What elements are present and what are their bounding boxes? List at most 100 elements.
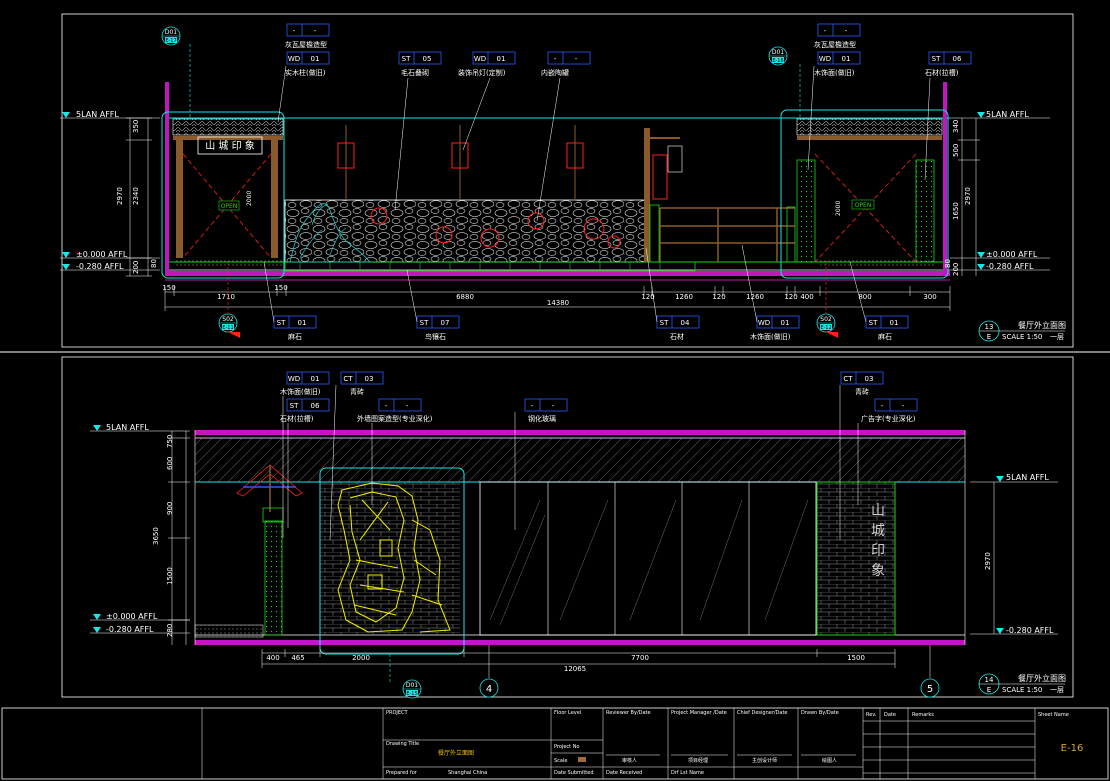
tag-desc: 麻石 bbox=[878, 332, 892, 341]
callout-bottom: E-12 bbox=[820, 325, 831, 331]
tag-desc: 石材(拉槽) bbox=[925, 68, 959, 77]
vdim: 80 bbox=[944, 259, 952, 268]
material-tag: CT 03 青砖 bbox=[340, 371, 384, 396]
hdim-total: 14380 bbox=[547, 299, 569, 307]
door-open-left: OPEN bbox=[221, 203, 238, 210]
hdim: 120 bbox=[784, 293, 797, 301]
vdim: 1500 bbox=[166, 567, 174, 585]
material-tag: WD 01 木饰面(做旧) bbox=[750, 315, 800, 341]
vdim: 340 bbox=[952, 120, 960, 133]
tb-drawing-title: 餐厅外立面图 bbox=[438, 749, 474, 757]
material-tag: - - 钢化玻璃 bbox=[524, 398, 568, 423]
callout-d01-upper-right: D01 E-16 bbox=[768, 46, 801, 118]
tb-drawn-value: 绘图人 bbox=[822, 757, 837, 764]
hdim: 6880 bbox=[456, 293, 474, 301]
sign-char: 山 bbox=[871, 503, 885, 519]
material-tag: ST 07 鸟镶石 bbox=[416, 315, 460, 341]
hdim: 1260 bbox=[746, 293, 764, 301]
vdim: 2970 bbox=[964, 187, 972, 205]
callout-top: D01 bbox=[165, 29, 177, 36]
tag-desc: 青砖 bbox=[350, 387, 364, 396]
tag-num: - bbox=[314, 27, 317, 35]
tag-code: ST bbox=[660, 319, 669, 327]
tag-desc: 广告字(专业深化) bbox=[861, 414, 916, 423]
sign-char: 印 bbox=[871, 543, 885, 559]
material-tag: ST 01 麻石 bbox=[273, 315, 317, 341]
lower-elevation: 山 城 印 象 bbox=[194, 430, 966, 655]
tag-num: 01 bbox=[311, 55, 320, 63]
material-tag: ST 05 毛石叠砌 bbox=[398, 51, 442, 77]
tb-pm-label: Project Manager /Date bbox=[671, 710, 727, 716]
level-label: 5LAN AFFL bbox=[986, 110, 1029, 119]
title-number: 13 bbox=[985, 323, 994, 331]
upper-levels-left: 5LAN AFFL ±0.000 AFFL -0.280 AFFL bbox=[60, 110, 160, 271]
level-label: 5LAN AFFL bbox=[76, 110, 119, 119]
tb-project-no-label: Project No bbox=[554, 744, 580, 750]
tag-desc: 青砖 bbox=[855, 387, 869, 396]
tag-code: ST bbox=[290, 402, 299, 410]
tag-code: WD bbox=[288, 375, 300, 383]
tag-desc: 外墙图案造型(专业深化) bbox=[357, 414, 433, 423]
lower-levels-right: 5LAN AFFL -0.280 AFFL 2970 bbox=[970, 473, 1058, 635]
door-open-right: OPEN bbox=[855, 202, 872, 209]
lower-levels-left: 5LAN AFFL ±0.000 AFFL -0.280 AFFL bbox=[90, 423, 190, 634]
tag-num: 03 bbox=[865, 375, 874, 383]
tag-desc: 钢化玻璃 bbox=[528, 414, 556, 423]
callout-bottom: E-15 bbox=[406, 691, 417, 697]
tb-date-submitted-label: Date Submitted bbox=[554, 770, 594, 776]
hdim: 150 bbox=[274, 284, 287, 292]
tb-sheet-no: E-16 bbox=[1061, 743, 1084, 754]
level-label: 5LAN AFFL bbox=[106, 423, 149, 432]
tag-code: - bbox=[881, 402, 884, 410]
tag-desc: 灰瓦屋檐造型 bbox=[814, 40, 856, 49]
lower-vdims-left: 750 600 900 3650 1500 280 bbox=[152, 431, 190, 645]
upper-hdims: 150 1710 150 6880 120 1260 120 1260 120 … bbox=[162, 284, 951, 311]
title-floor: 一层 bbox=[1050, 333, 1064, 341]
tag-desc: 内嵌陶罐 bbox=[541, 68, 569, 77]
hdim: 120 bbox=[712, 293, 725, 301]
level-label: ±0.000 AFFL bbox=[106, 612, 158, 621]
material-tag: WD 01 木饰面(做旧) bbox=[280, 371, 330, 396]
material-tag: CT 03 青砖 bbox=[840, 371, 884, 396]
upper-drawing-title: 13 E 餐厅外立面图 SCALE 1:50 一层 bbox=[978, 320, 1066, 342]
tag-code: - bbox=[385, 402, 388, 410]
tag-desc: 石材 bbox=[670, 332, 684, 341]
level-label: ±0.000 AFFL bbox=[76, 250, 128, 259]
tag-code: ST bbox=[277, 319, 286, 327]
material-tag: - - 内嵌陶罐 bbox=[541, 51, 591, 77]
tag-code: ST bbox=[932, 55, 941, 63]
title-name: 餐厅外立面图 bbox=[1018, 673, 1066, 683]
lower-hdims: 400 465 2000 7700 1500 12065 bbox=[261, 649, 896, 673]
tb-project-label: PROJECT bbox=[386, 710, 409, 716]
tag-num: 01 bbox=[890, 319, 899, 327]
tb-drawn-label: Drawn By/Date bbox=[801, 710, 839, 716]
tag-code: - bbox=[554, 55, 557, 63]
tag-num: 01 bbox=[311, 375, 320, 383]
tag-num: 01 bbox=[842, 55, 851, 63]
tag-desc: 木饰面(做旧) bbox=[280, 387, 321, 396]
tb-rev-label: Rev. bbox=[866, 712, 877, 718]
tag-code: CT bbox=[343, 375, 353, 383]
tb-drawing-title-label: Drawing Title bbox=[386, 741, 419, 747]
callout-top: D01 bbox=[772, 49, 784, 56]
tag-desc: 麻石 bbox=[288, 332, 302, 341]
tag-num: 01 bbox=[781, 319, 790, 327]
title-letter: E bbox=[987, 333, 991, 341]
title-name: 餐厅外立面图 bbox=[1018, 320, 1066, 330]
material-tag: - - 外墙图案造型(专业深化) bbox=[357, 398, 433, 423]
tag-desc: 装饰吊灯(定制) bbox=[458, 68, 506, 77]
hdim: 7700 bbox=[631, 654, 649, 662]
material-tag: WD 01 实木柱(做旧) bbox=[285, 51, 330, 77]
material-tag: - - 灰瓦屋檐造型 bbox=[814, 23, 861, 49]
tag-num: - bbox=[902, 402, 905, 410]
callout-top: S02 bbox=[222, 316, 234, 323]
title-block: PROJECT Drawing Title 餐厅外立面图 Prepared fo… bbox=[1, 707, 1109, 780]
hdim: 1500 bbox=[847, 654, 865, 662]
level-label: -0.280 AFFL bbox=[76, 262, 124, 271]
tb-date-label: Date bbox=[884, 712, 896, 718]
tag-code: - bbox=[531, 402, 534, 410]
title-number: 14 bbox=[985, 676, 994, 684]
material-tag: - - 广告字(专业深化) bbox=[861, 398, 918, 423]
hdim: 150 bbox=[162, 284, 175, 292]
tag-num: 01 bbox=[298, 319, 307, 327]
